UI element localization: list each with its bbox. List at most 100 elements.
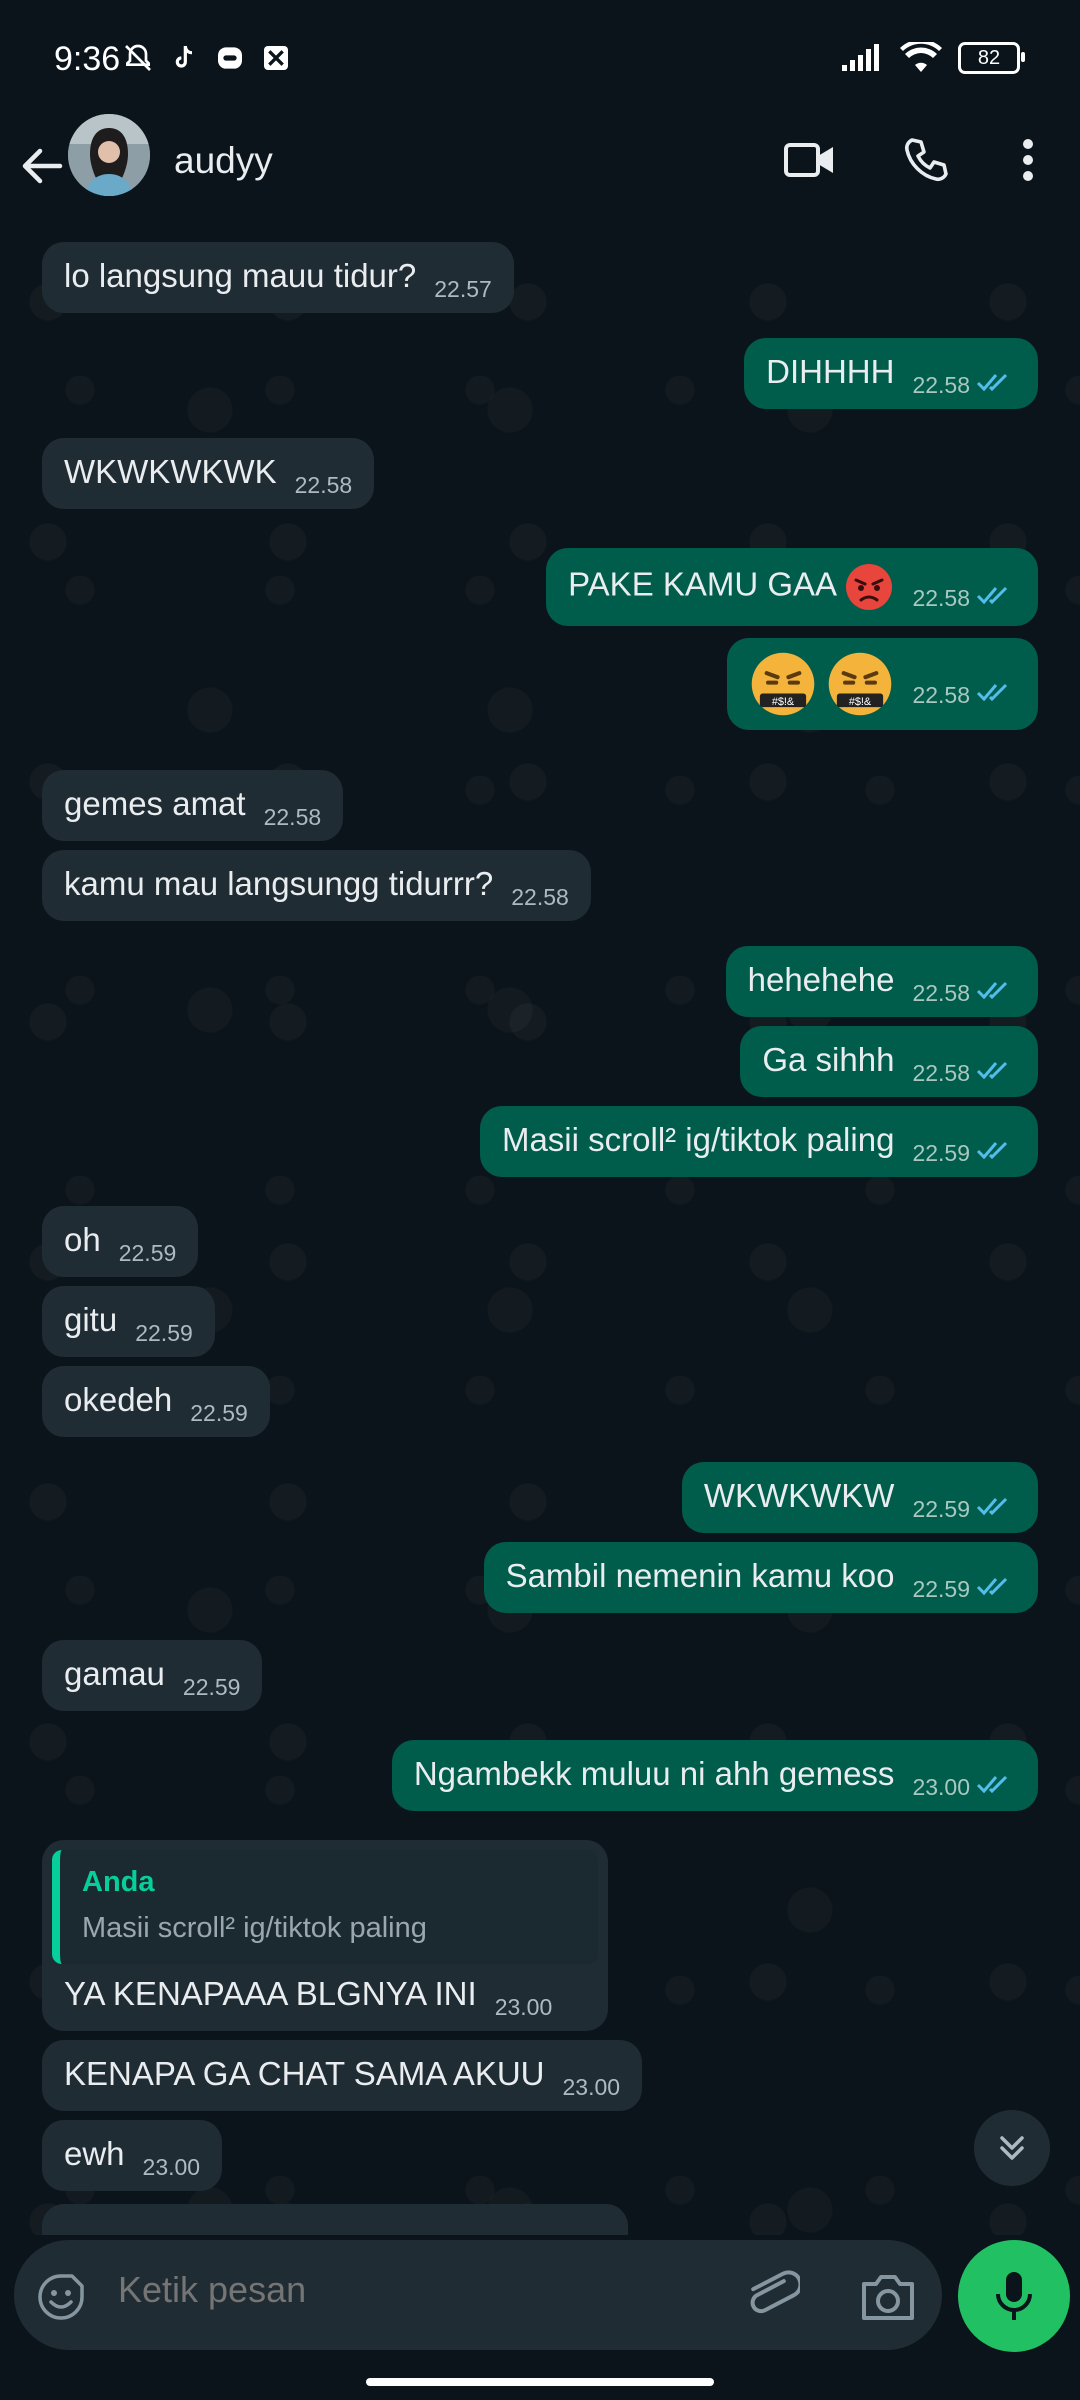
message-text: lo langsung mauu tidur? xyxy=(64,257,417,294)
message-text: kamu mau langsungg tidurrr? xyxy=(64,865,494,902)
read-ticks-icon xyxy=(976,1141,1008,1160)
message-time: 23.00 xyxy=(494,1994,553,2020)
message-time: 22.58 xyxy=(912,980,970,1006)
message-text: ewh xyxy=(64,2135,125,2172)
voice-call-button[interactable] xyxy=(896,130,956,190)
message-text: gemes amat xyxy=(64,785,246,822)
video-call-button[interactable] xyxy=(780,130,840,190)
message-incoming[interactable]: gamau 22.59 xyxy=(42,1640,263,1711)
message-time: 22.57 xyxy=(434,276,492,302)
message-time: 23.00 xyxy=(562,2074,621,2100)
app-icon xyxy=(264,46,288,70)
angry-face-emoji xyxy=(846,564,893,610)
status-bar: 9:36 82 xyxy=(0,0,1080,120)
read-ticks-icon xyxy=(976,586,1008,604)
message-text: Masii scroll² ig/tiktok paling xyxy=(501,1121,895,1158)
read-ticks-icon xyxy=(976,1577,1008,1596)
face-with-symbols-emoji: #$!& xyxy=(829,652,892,716)
message-time: 22.59 xyxy=(912,1140,970,1166)
message-incoming[interactable]: okedeh 22.59 xyxy=(42,1366,270,1437)
message-text: gitu xyxy=(64,1301,118,1338)
tiktok-icon xyxy=(175,45,193,68)
message-text: hehehehe xyxy=(747,961,895,998)
message-time: 22.58 xyxy=(294,472,353,498)
message-time: 22.58 xyxy=(263,804,322,830)
message-incoming[interactable]: ewh 23.00 xyxy=(42,2120,223,2191)
message-time: 22.59 xyxy=(190,1400,248,1426)
message-time: 22.58 xyxy=(912,372,970,398)
message-time: 22.58 xyxy=(912,584,970,611)
bell-off-icon xyxy=(125,44,151,71)
read-ticks-icon xyxy=(976,683,1008,701)
read-ticks-icon xyxy=(976,1061,1008,1080)
contact-name[interactable]: audyy xyxy=(174,140,273,182)
message-incoming[interactable]: kamu mau langsungg tidurrr? 22.58 xyxy=(42,850,591,921)
message-outgoing[interactable]: PAKE KAMU GAA 22.58 xyxy=(546,548,1038,626)
microphone-icon xyxy=(996,2272,1032,2320)
message-time: 22.58 xyxy=(511,884,569,910)
message-time: 22.59 xyxy=(118,1240,177,1266)
status-time: 9:36 xyxy=(54,40,121,78)
phone-icon xyxy=(904,138,948,182)
wifi-icon xyxy=(900,42,942,72)
message-outgoing-emoji[interactable]: #$!& #$!& 22.58 xyxy=(727,638,1038,730)
message-input[interactable] xyxy=(116,2268,680,2312)
quoted-text: Masii scroll² ig/tiktok paling xyxy=(82,1912,427,1944)
message-outgoing[interactable]: Ga sihhh 22.58 xyxy=(740,1026,1038,1097)
voice-message-button[interactable] xyxy=(958,2240,1070,2352)
message-outgoing[interactable]: Ngambekk muluu ni ahh gemess 23.00 xyxy=(391,1740,1038,1811)
scroll-to-bottom-button[interactable] xyxy=(974,2110,1050,2186)
battery-indicator: 82 xyxy=(958,42,1025,74)
message-time: 22.59 xyxy=(182,1674,241,1700)
message-time: 22.58 xyxy=(912,1060,970,1086)
status-notification-icons xyxy=(122,42,292,74)
chat-area[interactable]: lo langsung mauu tidur? 22.57 DIHHHH 22.58… xyxy=(0,230,1080,2235)
more-options-button[interactable] xyxy=(998,130,1058,190)
message-incoming-partial[interactable] xyxy=(42,2204,628,2235)
message-time: 22.59 xyxy=(912,1576,970,1602)
read-ticks-icon xyxy=(976,1775,1008,1794)
svg-text:#$!&: #$!& xyxy=(772,696,795,708)
read-ticks-icon xyxy=(976,981,1008,1000)
message-incoming[interactable]: gitu 22.59 xyxy=(42,1286,215,1357)
message-incoming[interactable]: oh 22.59 xyxy=(42,1206,199,1277)
emoji-icon[interactable] xyxy=(36,2272,86,2322)
message-time: 23.00 xyxy=(912,1774,970,1800)
more-vertical-icon xyxy=(1023,139,1033,181)
message-outgoing[interactable]: WKWKWKW 22.59 xyxy=(681,1462,1038,1533)
back-arrow-icon[interactable] xyxy=(16,136,66,196)
message-text: KENAPA GA CHAT SAMA AKUU xyxy=(64,2055,545,2092)
message-incoming[interactable]: lo langsung mauu tidur? 22.57 xyxy=(42,242,514,313)
face-with-symbols-emoji: #$!& xyxy=(751,652,815,716)
message-outgoing[interactable]: DIHHHH 22.58 xyxy=(744,338,1038,409)
camera-icon[interactable] xyxy=(858,2270,918,2324)
message-time: 22.59 xyxy=(135,1320,193,1346)
message-text: okedeh xyxy=(64,1381,173,1418)
message-incoming[interactable]: WKWKWKWK 22.58 xyxy=(42,438,375,509)
message-time: 22.59 xyxy=(912,1496,970,1522)
message-text: Ga sihhh xyxy=(762,1041,895,1078)
status-system-icons: 82 xyxy=(840,42,1025,74)
message-text: WKWKWKW xyxy=(703,1477,895,1514)
signal-icon xyxy=(842,44,879,71)
message-outgoing[interactable]: hehehehe 22.58 xyxy=(725,946,1038,1017)
message-incoming[interactable]: gemes amat 22.58 xyxy=(42,770,344,841)
message-text: gamau xyxy=(64,1655,165,1692)
message-outgoing[interactable]: Masii scroll² ig/tiktok paling 22.59 xyxy=(479,1106,1038,1177)
message-text: Sambil nemenin kamu koo xyxy=(505,1557,895,1594)
contact-avatar[interactable] xyxy=(68,114,150,196)
avatar-photo xyxy=(68,114,150,196)
message-text: DIHHHH xyxy=(766,353,895,390)
message-outgoing[interactable]: Sambil nemenin kamu koo 22.59 xyxy=(483,1542,1038,1613)
chat-app-icon xyxy=(218,47,242,69)
home-gesture-bar[interactable] xyxy=(366,2378,714,2386)
message-incoming[interactable]: KENAPA GA CHAT SAMA AKUU 23.00 xyxy=(42,2040,643,2111)
paperclip-icon[interactable] xyxy=(744,2266,800,2326)
video-camera-icon xyxy=(784,143,833,177)
message-incoming-reply[interactable]: Anda Masii scroll² ig/tiktok paling YA K… xyxy=(42,1840,608,2031)
quoted-message[interactable]: Anda Masii scroll² ig/tiktok paling xyxy=(52,1850,598,1964)
message-text: PAKE KAMU GAA xyxy=(568,565,836,603)
quoted-author: Anda xyxy=(82,1866,155,1898)
message-text: oh xyxy=(64,1221,101,1258)
double-chevron-down-icon xyxy=(1000,2136,1024,2160)
